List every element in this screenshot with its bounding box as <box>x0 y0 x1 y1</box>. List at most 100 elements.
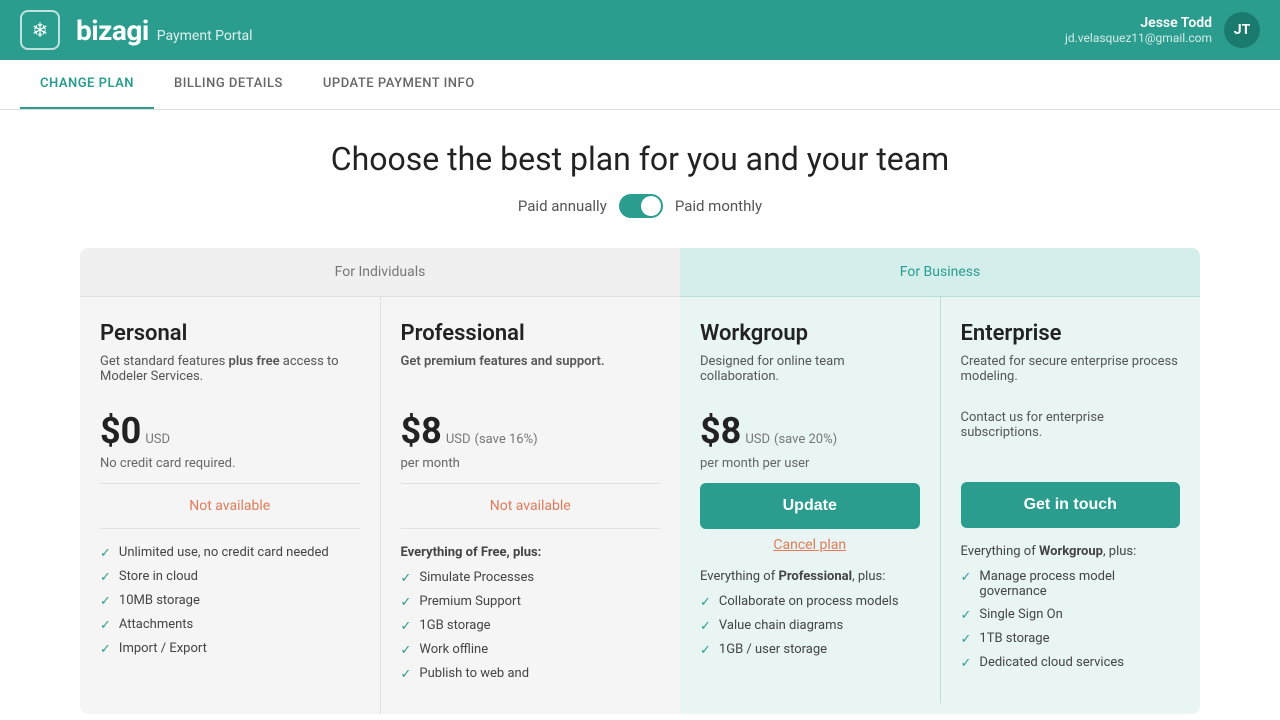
header: ❄ bizagi Payment Portal Jesse Todd jd.ve… <box>0 0 1280 60</box>
personal-plan-name: Personal <box>100 321 360 346</box>
personal-plan-price: $0 USD <box>100 410 360 452</box>
workgroup-plan-description: Designed for online team collaboration. <box>700 354 920 394</box>
enterprise-feature-4: ✓ Dedicated cloud services <box>961 655 1181 671</box>
enterprise-plan-card: Enterprise Created for secure enterprise… <box>941 297 1201 703</box>
check-icon-5: ✓ <box>100 642 111 657</box>
user-info: Jesse Todd jd.velasquez11@gmail.com <box>1065 15 1212 45</box>
workgroup-plan-card: Workgroup Designed for online team colla… <box>680 297 941 703</box>
professional-price-save: (save 16%) <box>475 432 538 447</box>
user-name: Jesse Todd <box>1065 15 1212 31</box>
check-icon-p4: ✓ <box>401 643 412 658</box>
workgroup-feature-3: ✓ 1GB / user storage <box>700 642 920 658</box>
professional-price-period: per month <box>401 456 661 471</box>
logo-text: bizagi <box>76 14 149 47</box>
personal-feature-3: ✓ 10MB storage <box>100 593 360 609</box>
workgroup-cancel-link[interactable]: Cancel plan <box>700 537 920 553</box>
personal-price-currency: USD <box>145 432 170 447</box>
logo-area: bizagi Payment Portal <box>76 14 253 47</box>
workgroup-features-heading: Everything of Professional, plus: <box>700 569 920 584</box>
check-icon-w3: ✓ <box>700 643 711 658</box>
workgroup-price-amount: $8 <box>700 410 741 452</box>
check-icon-3: ✓ <box>100 594 111 609</box>
check-icon-e3: ✓ <box>961 632 972 647</box>
professional-price-currency: USD <box>446 432 471 447</box>
tab-change-plan[interactable]: CHANGE PLAN <box>20 60 154 109</box>
workgroup-feature-1: ✓ Collaborate on process models <box>700 594 920 610</box>
business-plans-row: Workgroup Designed for online team colla… <box>680 297 1200 703</box>
enterprise-contact-text: Contact us for enterprise subscriptions. <box>961 410 1181 450</box>
avatar: JT <box>1224 12 1260 48</box>
enterprise-price-spacer: Contact us for enterprise subscriptions. <box>961 410 1181 482</box>
tabs-nav: CHANGE PLAN BILLING DETAILS UPDATE PAYME… <box>0 60 1280 110</box>
user-email: jd.velasquez11@gmail.com <box>1065 31 1212 45</box>
check-icon-p1: ✓ <box>401 571 412 586</box>
personal-not-available: Not available <box>100 483 360 529</box>
professional-plan-description: Get premium features and support. <box>401 354 661 394</box>
workgroup-feature-2: ✓ Value chain diagrams <box>700 618 920 634</box>
enterprise-feature-3: ✓ 1TB storage <box>961 631 1181 647</box>
page-title: Choose the best plan for you and your te… <box>80 140 1200 178</box>
personal-price-amount: $0 <box>100 410 141 452</box>
header-left: ❄ bizagi Payment Portal <box>20 10 253 50</box>
individuals-section: For Individuals Personal Get standard fe… <box>80 248 680 714</box>
main-content: Choose the best plan for you and your te… <box>40 110 1240 720</box>
professional-feature-4: ✓ Work offline <box>401 642 661 658</box>
personal-feature-2: ✓ Store in cloud <box>100 569 360 585</box>
professional-feature-5: ✓ Publish to web and <box>401 666 661 682</box>
check-icon-4: ✓ <box>100 618 111 633</box>
check-icon-p3: ✓ <box>401 619 412 634</box>
enterprise-plan-description: Created for secure enterprise process mo… <box>961 354 1181 394</box>
enterprise-plan-name: Enterprise <box>961 321 1181 346</box>
check-icon-w2: ✓ <box>700 619 711 634</box>
check-icon-1: ✓ <box>100 546 111 561</box>
business-header: For Business <box>680 248 1200 297</box>
tab-update-payment[interactable]: UPDATE PAYMENT INFO <box>303 60 495 109</box>
snowflake-icon: ❄ <box>32 18 49 42</box>
professional-feature-3: ✓ 1GB storage <box>401 618 661 634</box>
workgroup-price-period: per month per user <box>700 456 920 471</box>
check-icon-w1: ✓ <box>700 595 711 610</box>
professional-plan-price: $8 USD (save 16%) <box>401 410 661 452</box>
personal-feature-5: ✓ Import / Export <box>100 641 360 657</box>
annually-label: Paid annually <box>518 197 607 215</box>
personal-no-card: No credit card required. <box>100 456 360 471</box>
check-icon-p5: ✓ <box>401 667 412 682</box>
workgroup-price-currency: USD <box>745 432 770 447</box>
monthly-label: Paid monthly <box>675 197 762 215</box>
professional-features-heading: Everything of Free, plus: <box>401 545 661 560</box>
plans-container: For Individuals Personal Get standard fe… <box>80 248 1200 714</box>
toggle-knob <box>641 196 661 216</box>
tab-billing-details[interactable]: BILLING DETAILS <box>154 60 303 109</box>
check-icon-p2: ✓ <box>401 595 412 610</box>
check-icon-2: ✓ <box>100 570 111 585</box>
billing-toggle: Paid annually Paid monthly <box>80 194 1200 218</box>
enterprise-feature-2: ✓ Single Sign On <box>961 607 1181 623</box>
personal-plan-card: Personal Get standard features plus free… <box>80 297 381 714</box>
individuals-plans-row: Personal Get standard features plus free… <box>80 297 680 714</box>
header-right: Jesse Todd jd.velasquez11@gmail.com JT <box>1065 12 1260 48</box>
professional-feature-2: ✓ Premium Support <box>401 594 661 610</box>
professional-not-available: Not available <box>401 483 661 529</box>
individuals-header: For Individuals <box>80 248 680 297</box>
enterprise-features-heading: Everything of Workgroup, plus: <box>961 544 1181 559</box>
workgroup-plan-price: $8 USD (save 20%) <box>700 410 920 452</box>
professional-feature-1: ✓ Simulate Processes <box>401 570 661 586</box>
personal-feature-1: ✓ Unlimited use, no credit card needed <box>100 545 360 561</box>
check-icon-e1: ✓ <box>961 570 972 585</box>
check-icon-e4: ✓ <box>961 656 972 671</box>
personal-feature-4: ✓ Attachments <box>100 617 360 633</box>
professional-price-amount: $8 <box>401 410 442 452</box>
portal-label: Payment Portal <box>157 28 253 44</box>
workgroup-price-save: (save 20%) <box>774 432 837 447</box>
professional-plan-card: Professional Get premium features and su… <box>381 297 681 714</box>
get-in-touch-button[interactable]: Get in touch <box>961 482 1181 528</box>
enterprise-feature-1: ✓ Manage process model governance <box>961 569 1181 599</box>
check-icon-e2: ✓ <box>961 608 972 623</box>
personal-plan-description: Get standard features plus free access t… <box>100 354 360 394</box>
workgroup-plan-name: Workgroup <box>700 321 920 346</box>
billing-toggle-switch[interactable] <box>619 194 663 218</box>
workgroup-update-button[interactable]: Update <box>700 483 920 529</box>
logo-icon: ❄ <box>20 10 60 50</box>
business-section: For Business Workgroup Designed for onli… <box>680 248 1200 714</box>
professional-plan-name: Professional <box>401 321 661 346</box>
